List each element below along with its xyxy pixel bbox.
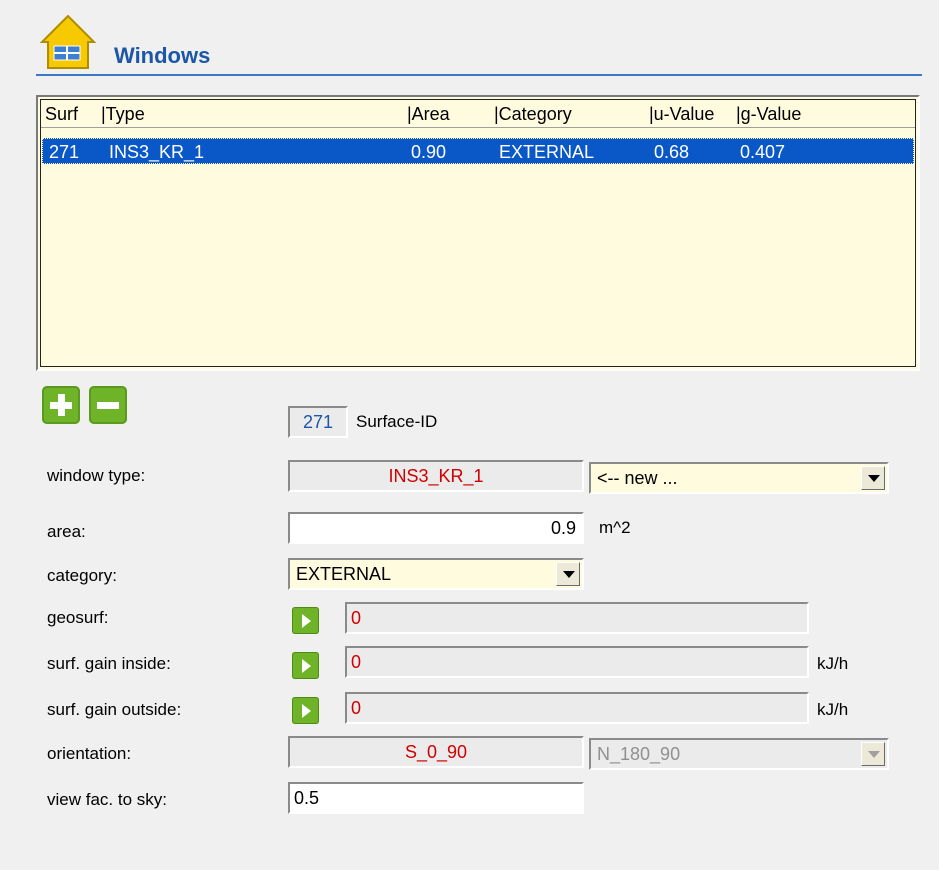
title-divider: [36, 74, 922, 76]
windows-list[interactable]: Surf |Type |Area |Category |u-Value |g-V…: [36, 95, 920, 371]
window-type-select[interactable]: <-- new ...: [589, 462, 889, 494]
column-header-surf[interactable]: Surf: [45, 104, 78, 125]
chevron-down-icon[interactable]: [556, 562, 580, 586]
cell-type: INS3_KR_1: [109, 142, 205, 162]
orientation-select[interactable]: N_180_90: [589, 738, 889, 770]
category-select[interactable]: EXTERNAL: [288, 558, 584, 590]
orientation-field: S_0_90: [288, 736, 584, 768]
surface-id-field: 271: [288, 406, 348, 438]
chevron-down-icon[interactable]: [861, 466, 885, 490]
area-input[interactable]: 0.9: [288, 512, 584, 544]
cell-area: 0.90: [411, 142, 447, 162]
gain-outside-field: 0: [345, 692, 809, 724]
column-header-type[interactable]: |Type: [101, 104, 145, 125]
gain-outside-unit: kJ/h: [817, 700, 849, 719]
gain-outside-label: surf. gain outside:: [47, 700, 182, 719]
area-unit: m^2: [599, 518, 631, 537]
cell-u-value: 0.68: [654, 142, 690, 162]
column-header-g-value[interactable]: |g-Value: [736, 104, 801, 125]
table-row[interactable]: 271 INS3_KR_1 0.90 EXTERNAL 0.68 0.407: [42, 138, 914, 164]
house-window-icon: [39, 14, 97, 70]
gain-inside-unit: kJ/h: [817, 654, 849, 673]
geosurf-field: 0: [345, 602, 809, 634]
geosurf-label: geosurf:: [47, 608, 109, 627]
remove-icon: [97, 402, 119, 409]
gain-inside-field: 0: [345, 646, 809, 678]
gain-outside-play-icon[interactable]: [292, 697, 319, 724]
area-label: area:: [47, 522, 86, 541]
view-factor-label: view fac. to sky:: [47, 790, 167, 809]
cell-surf: 271: [49, 142, 80, 162]
window-type-select-value: <-- new ...: [597, 468, 678, 488]
column-header-area[interactable]: |Area: [407, 104, 450, 125]
view-factor-input[interactable]: 0.5: [288, 782, 584, 814]
orientation-select-value: N_180_90: [597, 744, 681, 764]
surface-id-label: Surface-ID: [356, 412, 438, 431]
cell-category: EXTERNAL: [499, 142, 595, 162]
column-header-category[interactable]: |Category: [494, 104, 572, 125]
window-type-label: window type:: [47, 466, 146, 485]
orientation-label: orientation:: [47, 744, 132, 763]
geosurf-play-icon[interactable]: [292, 607, 319, 634]
list-header: Surf |Type |Area |Category |u-Value |g-V…: [41, 100, 915, 128]
category-select-value: EXTERNAL: [296, 564, 392, 584]
column-header-u-value[interactable]: |u-Value: [649, 104, 714, 125]
gain-inside-play-icon[interactable]: [292, 652, 319, 679]
chevron-down-icon[interactable]: [861, 742, 885, 766]
gain-inside-label: surf. gain inside:: [47, 654, 171, 673]
page-title: Windows: [114, 43, 211, 68]
add-button[interactable]: [42, 386, 80, 424]
cell-g-value: 0.407: [740, 142, 786, 162]
window-type-field: INS3_KR_1: [288, 460, 584, 492]
category-label: category:: [47, 566, 117, 585]
remove-button[interactable]: [89, 386, 127, 424]
